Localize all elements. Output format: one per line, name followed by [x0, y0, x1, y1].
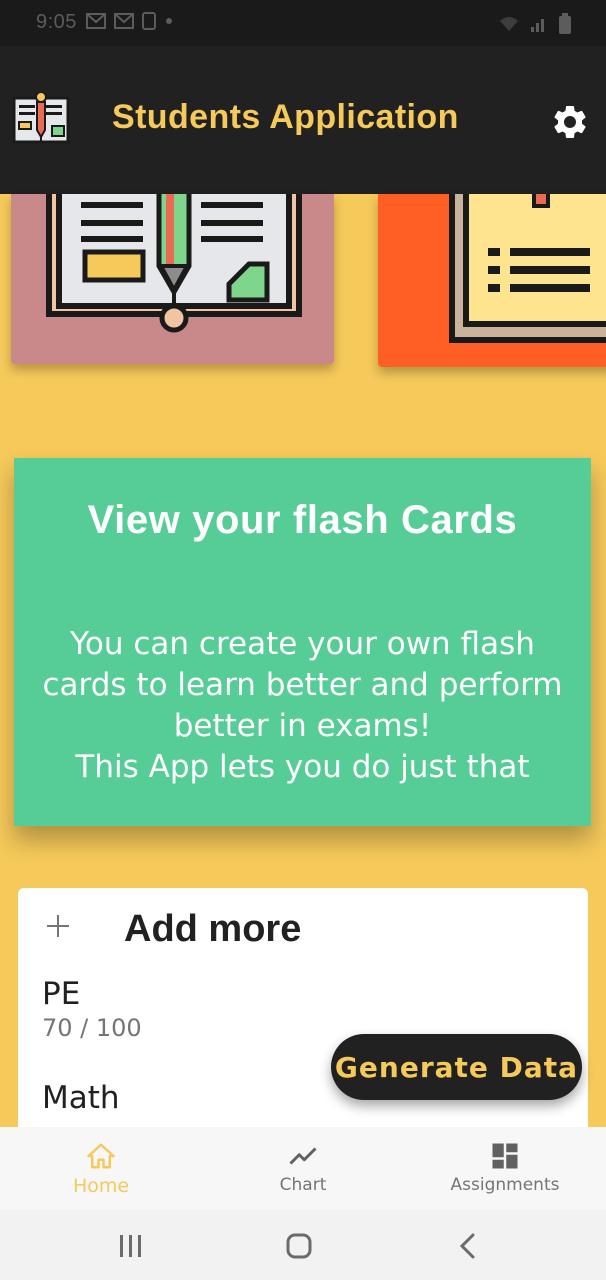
add-more-label: Add more [124, 908, 302, 950]
flash-cards-title: View your flash Cards [87, 498, 518, 542]
list-item[interactable]: PE 70 / 100 [42, 976, 142, 1042]
clipboard-tile[interactable] [378, 194, 606, 367]
nav-item-assignments[interactable]: Assignments [404, 1127, 606, 1210]
wifi-icon [500, 17, 518, 31]
gear-icon[interactable] [550, 102, 590, 142]
nav-item-chart[interactable]: Chart [202, 1127, 404, 1210]
signal-icon [531, 19, 544, 32]
nav-label-chart: Chart [279, 1175, 327, 1195]
recent-apps-icon[interactable] [116, 1232, 146, 1260]
nav-label-assignments: Assignments [450, 1175, 560, 1195]
app-bar: Students Application [0, 46, 606, 194]
dashboard-icon [492, 1143, 518, 1169]
flash-cards-description: You can create your own flash cards to l… [42, 626, 563, 785]
notebook-tile[interactable] [11, 194, 334, 364]
home-button-icon[interactable] [284, 1232, 314, 1260]
generate-data-button[interactable]: Generate Data [331, 1034, 582, 1100]
notebook-pencil-icon [12, 92, 70, 144]
subjects-list-card: Add more PE 70 / 100 Math [18, 888, 588, 1148]
sim-icon [142, 12, 156, 30]
notification-icons [86, 12, 174, 30]
subject-name: Math [42, 1080, 120, 1116]
flash-cards-banner[interactable]: View your flash Cards You can create you… [14, 458, 591, 826]
back-icon[interactable] [454, 1232, 484, 1260]
bottom-navigation: Home Chart Assignments [0, 1127, 606, 1210]
nav-item-home[interactable]: Home [0, 1127, 202, 1210]
subject-name: PE [42, 976, 81, 1012]
notebook-pencil-icon [46, 194, 302, 333]
system-navigation-bar [0, 1210, 606, 1280]
line-chart-icon [289, 1147, 317, 1165]
add-more-button[interactable]: Add more [18, 888, 588, 968]
status-bar: 9:05 [0, 0, 606, 46]
status-right-icons [498, 13, 572, 35]
list-item[interactable]: Math [42, 1080, 120, 1116]
home-icon [87, 1143, 115, 1169]
clipboard-icon [449, 194, 606, 343]
battery-icon [559, 13, 571, 34]
plus-icon [47, 915, 69, 937]
nav-label-home: Home [72, 1175, 130, 1197]
app-title: Students Application [112, 98, 459, 136]
mail-icon [114, 13, 134, 29]
mail-icon [86, 13, 106, 29]
status-time: 9:05 [36, 11, 77, 33]
dot-icon [166, 18, 172, 24]
subject-score: 70 / 100 [42, 1014, 142, 1042]
